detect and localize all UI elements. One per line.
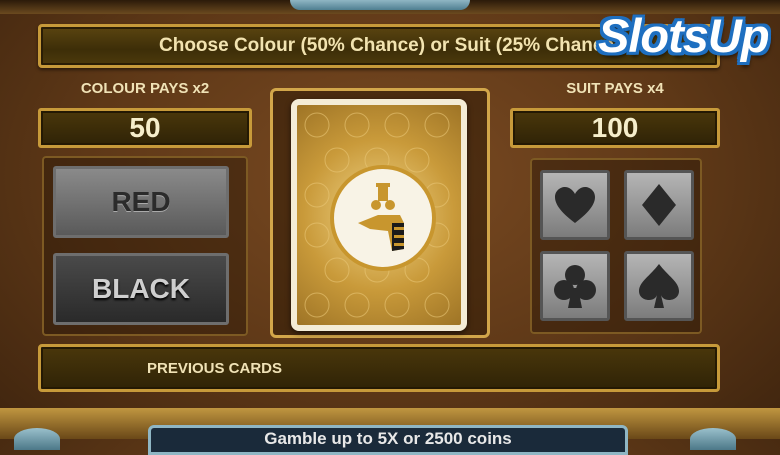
- top-ornament: [290, 0, 470, 10]
- logo-text: SlotsUp: [598, 9, 770, 62]
- heart-icon: [555, 187, 595, 223]
- heart-button[interactable]: [540, 170, 610, 240]
- diamond-icon: [642, 184, 676, 226]
- spade-icon: [639, 264, 679, 308]
- right-corner-ornament: [690, 428, 736, 450]
- suit-pays-value: 100: [510, 108, 720, 148]
- spade-button[interactable]: [624, 251, 694, 321]
- gamble-limit-message: Gamble up to 5X or 2500 coins: [148, 425, 628, 455]
- club-button[interactable]: [540, 251, 610, 321]
- suit-pays-label: SUIT PAYS x4: [566, 80, 664, 97]
- slotsup-logo: SlotsUp: [598, 8, 774, 74]
- colour-pays-value: 50: [38, 108, 252, 148]
- black-button[interactable]: BLACK: [53, 253, 229, 325]
- club-icon: [554, 265, 596, 308]
- left-corner-ornament: [14, 428, 60, 450]
- diamond-button[interactable]: [624, 170, 694, 240]
- red-button[interactable]: RED: [53, 166, 229, 238]
- instruction-text: Choose Colour (50% Chance) or Suit (25% …: [159, 35, 615, 56]
- previous-cards-label: PREVIOUS CARDS: [147, 360, 283, 377]
- previous-cards-bar: PREVIOUS CARDS: [38, 344, 720, 392]
- anubis-emblem-icon: [330, 165, 436, 271]
- colour-pays-label: COLOUR PAYS x2: [80, 80, 210, 97]
